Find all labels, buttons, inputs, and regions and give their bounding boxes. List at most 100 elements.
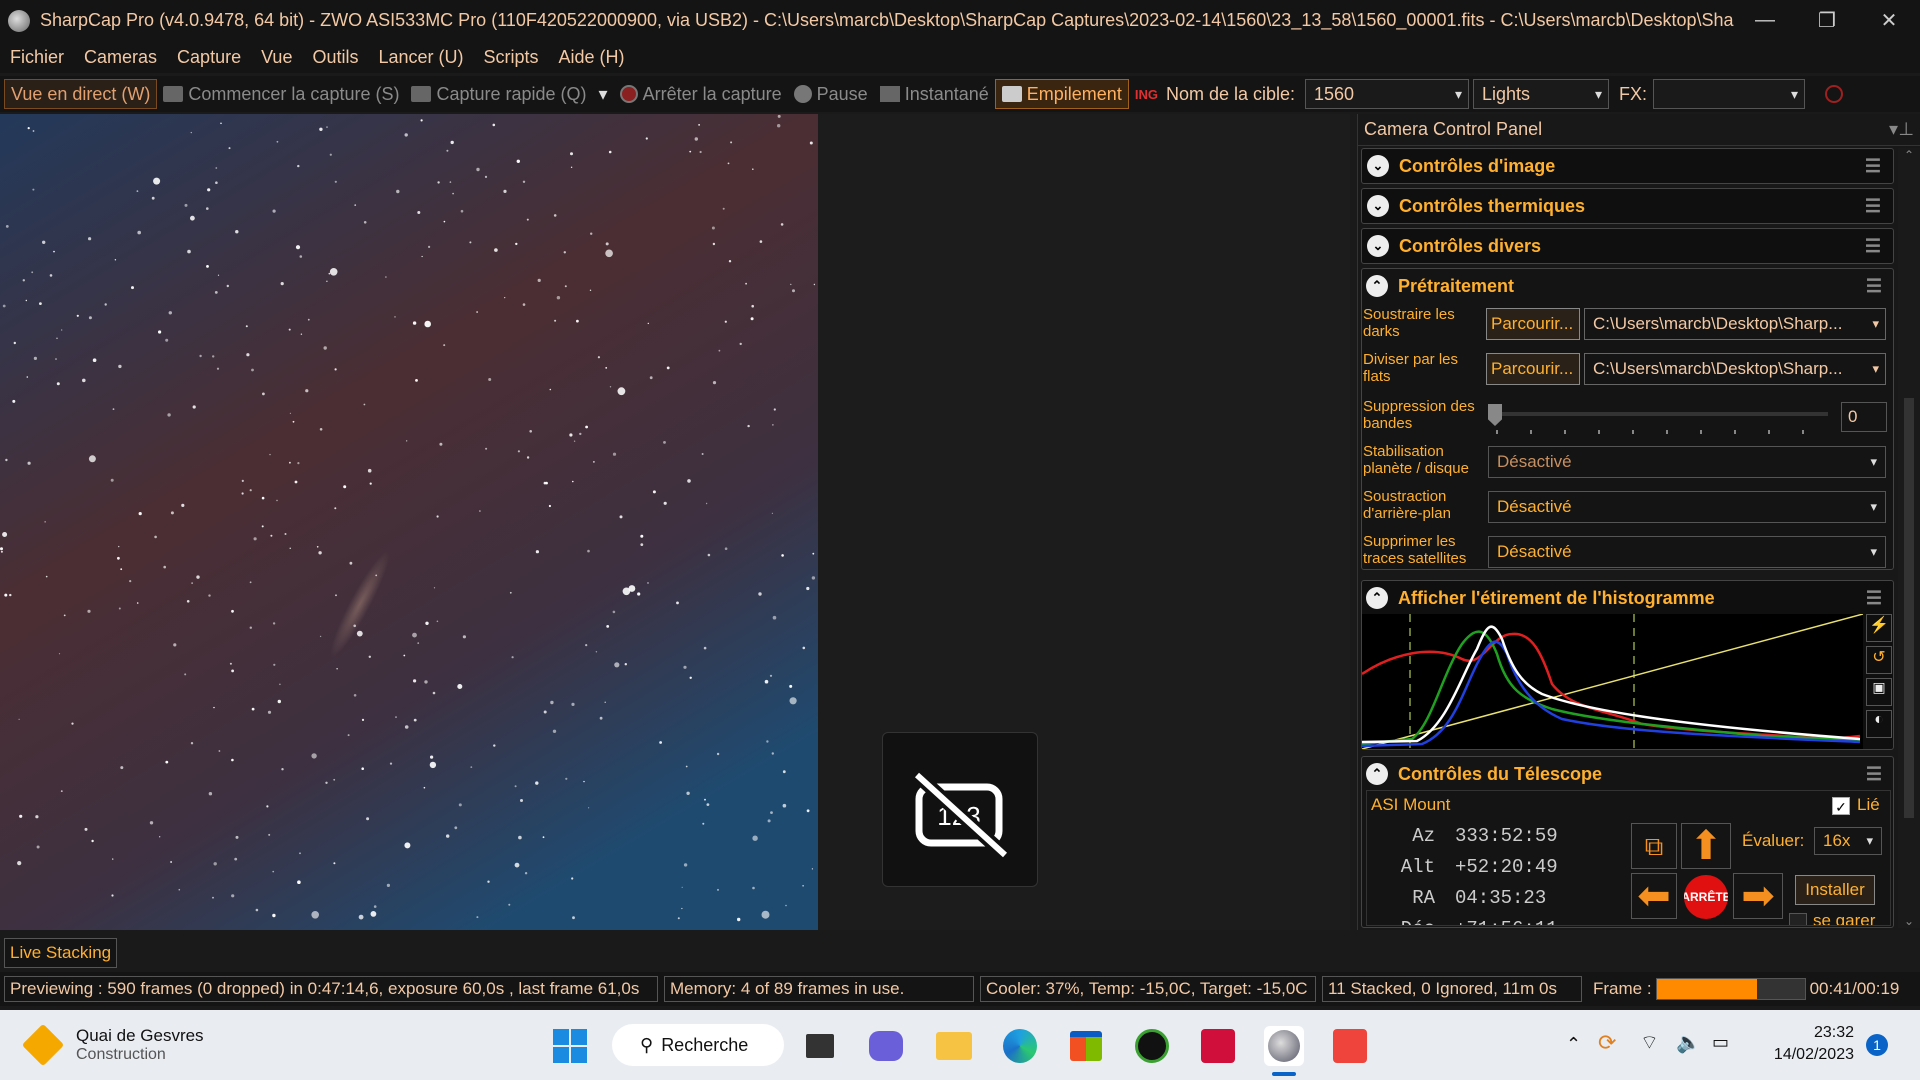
- hamburger-icon[interactable]: ☰: [1865, 196, 1881, 217]
- chevron-down-icon[interactable]: ⌄: [1367, 195, 1389, 217]
- hamburger-icon[interactable]: ☰: [1866, 588, 1882, 609]
- slew-rate-select[interactable]: 16x: [1814, 827, 1882, 855]
- stacking-button[interactable]: Empilement: [994, 79, 1129, 109]
- start-capture-button[interactable]: Commencer la capture (S): [157, 79, 405, 109]
- weather-widget[interactable]: Quai de Gesvres Construction: [21, 1020, 204, 1070]
- search-box[interactable]: ⚲ Recherche: [612, 1024, 784, 1066]
- linked-checkbox[interactable]: ✓: [1832, 797, 1850, 815]
- clock[interactable]: 23:32 14/02/2023: [1752, 1022, 1854, 1066]
- move-west-button[interactable]: ⬅: [1631, 873, 1677, 919]
- chevron-up-icon[interactable]: ⌃: [1366, 763, 1388, 785]
- volume-icon[interactable]: 🔈: [1676, 1030, 1701, 1055]
- battery-icon[interactable]: ▭: [1712, 1032, 1729, 1053]
- reset-icon[interactable]: ↺: [1866, 646, 1892, 674]
- chevron-down-icon[interactable]: ⌄: [1367, 235, 1389, 257]
- stabilization-select[interactable]: Désactivé: [1488, 446, 1886, 478]
- fx-combo[interactable]: [1653, 79, 1806, 109]
- slider-thumb[interactable]: [1488, 404, 1502, 426]
- record-icon[interactable]: [1825, 85, 1844, 103]
- anydesk-icon[interactable]: [1330, 1026, 1370, 1066]
- frame-type-combo[interactable]: Lights: [1473, 79, 1610, 109]
- quick-capture-button[interactable]: Capture rapide (Q) ▾: [405, 79, 613, 109]
- move-east-button[interactable]: ➡: [1733, 873, 1783, 919]
- menu-scripts[interactable]: Scripts: [474, 47, 549, 68]
- stop-capture-button[interactable]: Arrêter la capture: [614, 79, 788, 109]
- minimize-icon[interactable]: —: [1734, 9, 1796, 32]
- menu-cameras[interactable]: Cameras: [74, 47, 167, 68]
- move-north-button[interactable]: ⬆: [1681, 823, 1731, 869]
- star: [84, 827, 88, 831]
- restore-icon[interactable]: ❐: [1796, 8, 1858, 33]
- section-preprocessing[interactable]: ⌃ Prétraitement ☰: [1361, 268, 1894, 304]
- task-view-icon[interactable]: [800, 1026, 840, 1066]
- banding-value-field[interactable]: 0: [1841, 402, 1887, 432]
- microsoft-store-icon[interactable]: [1066, 1026, 1106, 1066]
- hamburger-icon[interactable]: ☰: [1866, 764, 1882, 785]
- satellite-trails-select[interactable]: Désactivé: [1488, 536, 1886, 568]
- flats-path-combo[interactable]: C:\Users\marcb\Desktop\Sharp...: [1584, 353, 1886, 385]
- panel-scrollbar[interactable]: ⌃ ⌄: [1898, 148, 1920, 928]
- hamburger-icon[interactable]: ☰: [1865, 156, 1881, 177]
- target-name-combo[interactable]: 1560: [1305, 79, 1470, 109]
- contrast-icon[interactable]: ◐: [1866, 710, 1892, 738]
- chevron-up-icon[interactable]: ⌃: [1366, 275, 1388, 297]
- pin-icon[interactable]: ⊥: [1898, 119, 1914, 140]
- edge-browser-icon[interactable]: [1000, 1026, 1040, 1066]
- sync-icon[interactable]: ⟳: [1598, 1030, 1616, 1056]
- save-icon[interactable]: ▣: [1866, 678, 1892, 706]
- live-stacking-tab[interactable]: Live Stacking: [4, 938, 118, 968]
- section-misc-controls[interactable]: ⌄ Contrôles divers ☰: [1361, 228, 1894, 264]
- install-button[interactable]: Installer: [1795, 875, 1875, 905]
- section-image-controls[interactable]: ⌄ Contrôles d'image ☰: [1361, 148, 1894, 184]
- menu-aide[interactable]: Aide (H): [549, 47, 635, 68]
- stop-mount-button[interactable]: ARRÊTE: [1684, 875, 1728, 919]
- star: [516, 159, 520, 163]
- astro-app-icon[interactable]: [1198, 1026, 1238, 1066]
- section-telescope[interactable]: ⌃ Contrôles du Télescope ☰: [1361, 756, 1894, 792]
- chevron-up-icon[interactable]: ⌃: [1366, 587, 1388, 609]
- wifi-icon[interactable]: ⌔: [1640, 1030, 1659, 1055]
- darks-browse-button[interactable]: Parcourir...: [1486, 308, 1580, 340]
- banding-slider[interactable]: [1488, 404, 1828, 434]
- pause-button[interactable]: Pause: [788, 79, 874, 109]
- scrollbar-thumb[interactable]: [1904, 398, 1914, 818]
- star: [2, 532, 8, 537]
- flats-browse-button[interactable]: Parcourir...: [1486, 353, 1580, 385]
- phd-guiding-icon[interactable]: [1132, 1026, 1172, 1066]
- hamburger-icon[interactable]: ☰: [1866, 276, 1882, 297]
- menu-outils[interactable]: Outils: [302, 47, 368, 68]
- menu-fichier[interactable]: Fichier: [0, 47, 74, 68]
- darks-path-combo[interactable]: C:\Users\marcb\Desktop\Sharp...: [1584, 308, 1886, 340]
- auto-stretch-icon[interactable]: ⚡: [1866, 614, 1892, 642]
- menu-vue[interactable]: Vue: [251, 47, 302, 68]
- star: [806, 809, 810, 813]
- chevron-up-icon[interactable]: ⌃: [1566, 1034, 1581, 1055]
- background-subtraction-select[interactable]: Désactivé: [1488, 491, 1886, 523]
- chevron-down-icon[interactable]: ▾: [599, 84, 608, 105]
- image-viewer[interactable]: [0, 114, 818, 930]
- star: [712, 242, 716, 246]
- notification-badge[interactable]: 1: [1866, 1034, 1888, 1056]
- star: [27, 127, 30, 130]
- star: [436, 515, 439, 518]
- menu-lancer[interactable]: Lancer (U): [368, 47, 473, 68]
- chevron-down-icon[interactable]: ⌄: [1367, 155, 1389, 177]
- star: [717, 888, 719, 891]
- live-view-button[interactable]: Vue en direct (W): [4, 79, 158, 109]
- file-explorer-icon[interactable]: [934, 1026, 974, 1066]
- sharpcap-taskbar-icon[interactable]: [1264, 1026, 1304, 1066]
- section-histogram[interactable]: ⌃ Afficher l'étirement de l'histogramme …: [1361, 580, 1894, 616]
- windows-start-icon[interactable]: [550, 1026, 590, 1066]
- snapshot-button[interactable]: Instantané: [874, 79, 995, 109]
- histogram-chart[interactable]: [1362, 614, 1863, 749]
- close-icon[interactable]: ✕: [1858, 8, 1920, 33]
- park-checkbox[interactable]: [1789, 913, 1807, 925]
- menu-capture[interactable]: Capture: [167, 47, 251, 68]
- panel-menu-icon[interactable]: ▾: [1889, 119, 1898, 140]
- teams-chat-icon[interactable]: [866, 1026, 906, 1066]
- hamburger-icon[interactable]: ☰: [1865, 236, 1881, 257]
- stop-icon: [619, 85, 638, 103]
- star: [190, 215, 195, 221]
- mount-home-button[interactable]: ⧉: [1631, 823, 1677, 869]
- section-thermal-controls[interactable]: ⌄ Contrôles thermiques ☰: [1361, 188, 1894, 224]
